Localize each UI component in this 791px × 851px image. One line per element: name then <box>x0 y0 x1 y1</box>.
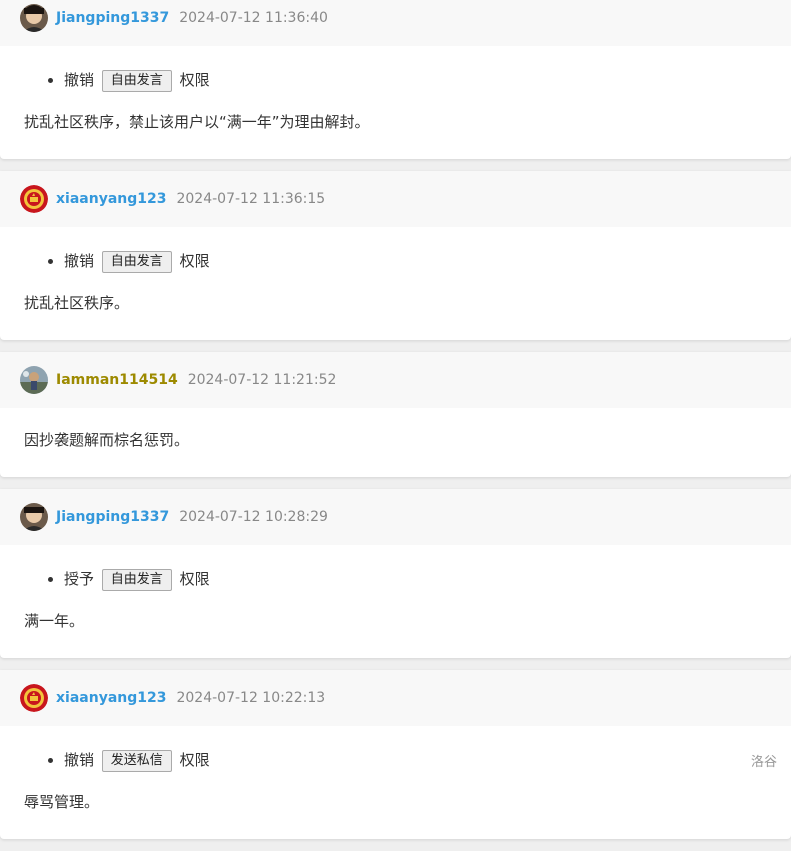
log-entry-body: 撤销 自由发言 权限 扰乱社区秩序，禁止该用户以“满一年”为理由解封。 <box>0 46 791 159</box>
log-entry: xiaanyang123 2024-07-12 10:22:13 撤销 发送私信… <box>0 670 791 839</box>
permission-suffix: 权限 <box>179 71 210 89</box>
log-entry-header: Jiangping1337 2024-07-12 11:36:40 <box>0 0 791 46</box>
avatar-scenery-icon[interactable] <box>20 366 48 394</box>
username-link[interactable]: Jiangping1337 <box>56 509 169 525</box>
permission-action: 授予 <box>64 570 95 588</box>
permission-item: 撤销 发送私信 权限 <box>64 748 767 772</box>
permission-list: 撤销 发送私信 权限 <box>24 726 767 772</box>
luogu-brand-watermark: 洛谷 <box>750 755 777 770</box>
permission-list: 撤销 自由发言 权限 <box>24 227 767 273</box>
reason-text: 满一年。 <box>24 612 85 630</box>
permission-action: 撤销 <box>64 252 95 270</box>
avatar-emblem-icon[interactable] <box>20 185 48 213</box>
reason-text: 辱骂管理。 <box>24 793 100 811</box>
reason-text: 因抄袭题解而棕名惩罚。 <box>24 431 190 449</box>
log-entry: Iamman114514 2024-07-12 11:21:52 因抄袭题解而棕… <box>0 352 791 477</box>
permission-tag: 发送私信 <box>101 750 172 772</box>
permission-tag: 自由发言 <box>101 569 172 591</box>
timestamp: 2024-07-12 11:36:15 <box>176 191 326 207</box>
permission-action: 撤销 <box>64 751 95 769</box>
log-entry-body: 撤销 自由发言 权限 扰乱社区秩序。 <box>0 227 791 340</box>
avatar-photo-icon[interactable] <box>20 4 48 32</box>
reason-text: 扰乱社区秩序。 <box>24 294 130 312</box>
permission-list: 授予 自由发言 权限 <box>24 545 767 591</box>
permission-suffix: 权限 <box>179 570 210 588</box>
username-link[interactable]: Jiangping1337 <box>56 10 169 26</box>
log-entry: Jiangping1337 2024-07-12 11:36:40 撤销 自由发… <box>0 0 791 159</box>
log-entry-body: 撤销 发送私信 权限 辱骂管理。 <box>0 726 791 839</box>
log-entry-body: 因抄袭题解而棕名惩罚。 <box>0 408 791 477</box>
timestamp: 2024-07-12 10:28:29 <box>179 509 328 525</box>
log-entry: xiaanyang123 2024-07-12 11:36:15 撤销 自由发言… <box>0 171 791 340</box>
permission-item: 撤销 自由发言 权限 <box>64 249 767 273</box>
permission-item: 授予 自由发言 权限 <box>64 567 767 591</box>
log-entry-header: xiaanyang123 2024-07-12 11:36:15 <box>0 171 791 227</box>
username-link[interactable]: xiaanyang123 <box>56 191 166 207</box>
log-entry-header: Iamman114514 2024-07-12 11:21:52 <box>0 352 791 408</box>
avatar-emblem-icon[interactable] <box>20 684 48 712</box>
log-entry: Jiangping1337 2024-07-12 10:28:29 授予 自由发… <box>0 489 791 658</box>
log-entry-header: xiaanyang123 2024-07-12 10:22:13 <box>0 670 791 726</box>
log-entry-body: 授予 自由发言 权限 满一年。 <box>0 545 791 658</box>
permission-log-feed: Jiangping1337 2024-07-12 11:36:40 撤销 自由发… <box>0 0 791 851</box>
permission-list: 撤销 自由发言 权限 <box>24 46 767 92</box>
permission-tag: 自由发言 <box>101 70 172 92</box>
permission-item: 撤销 自由发言 权限 <box>64 68 767 92</box>
permission-suffix: 权限 <box>179 751 210 769</box>
permission-action: 撤销 <box>64 71 95 89</box>
log-entry-header: Jiangping1337 2024-07-12 10:28:29 <box>0 489 791 545</box>
timestamp: 2024-07-12 11:36:40 <box>179 10 328 26</box>
timestamp: 2024-07-12 11:21:52 <box>187 372 337 388</box>
reason-text: 扰乱社区秩序，禁止该用户以“满一年”为理由解封。 <box>24 113 370 131</box>
username-link[interactable]: Iamman114514 <box>56 372 178 388</box>
username-link[interactable]: xiaanyang123 <box>56 690 166 706</box>
permission-tag: 自由发言 <box>101 251 172 273</box>
avatar-photo-icon[interactable] <box>20 503 48 531</box>
permission-suffix: 权限 <box>179 252 210 270</box>
timestamp: 2024-07-12 10:22:13 <box>176 690 326 706</box>
